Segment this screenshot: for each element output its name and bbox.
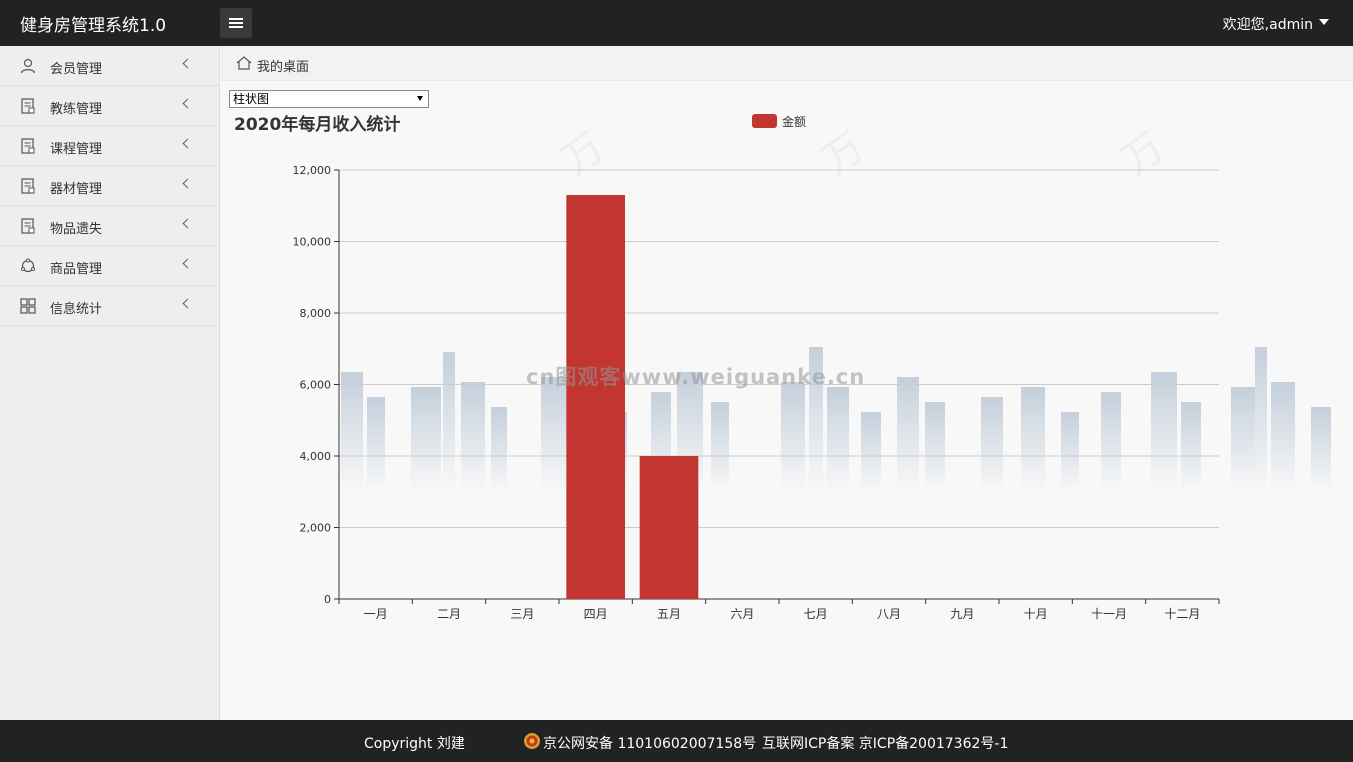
chevron-left-icon xyxy=(182,298,193,309)
x-tick-label: 十月 xyxy=(1024,607,1048,621)
sidebar-item-products[interactable]: 商品管理 xyxy=(0,246,219,286)
x-tick-label: 八月 xyxy=(877,607,901,621)
sidebar-item-label: 器材管理 xyxy=(50,182,103,197)
sidebar-item-label: 教练管理 xyxy=(50,102,103,117)
copyright-text: Copyright 刘建 xyxy=(364,736,465,752)
document-icon xyxy=(21,178,35,194)
network-icon xyxy=(21,258,35,273)
top-bar: 健身房管理系统1.0 欢迎您,admin xyxy=(0,0,1353,46)
menu-toggle-button[interactable] xyxy=(220,8,252,38)
y-tick-label: 4,000 xyxy=(300,450,332,463)
chevron-left-icon xyxy=(182,218,193,229)
legend-swatch xyxy=(752,114,777,128)
police-beian-link[interactable]: 京公网安备 11010602007158号 xyxy=(543,733,756,753)
icp-link[interactable]: 互联网ICP备案 京ICP备20017362号-1 xyxy=(762,733,1008,753)
x-tick-label: 二月 xyxy=(437,607,461,621)
home-icon[interactable] xyxy=(236,56,252,70)
y-tick-label: 0 xyxy=(324,593,331,606)
x-tick-label: 九月 xyxy=(950,607,974,621)
hamburger-icon xyxy=(229,18,243,28)
sidebar-item-members[interactable]: 会员管理 xyxy=(0,46,219,86)
grid-icon xyxy=(20,298,36,314)
x-tick-label: 十一月 xyxy=(1091,607,1127,621)
y-tick-label: 10,000 xyxy=(293,236,332,249)
y-tick-label: 2,000 xyxy=(300,522,332,535)
sidebar-item-statistics[interactable]: 信息统计 xyxy=(0,286,219,326)
document-icon xyxy=(21,98,35,114)
sidebar: 会员管理 教练管理 课程管理 器材管理 物品遗失 商品管理 信息统计 xyxy=(0,46,220,720)
x-tick-label: 七月 xyxy=(804,607,828,621)
sidebar-item-label: 课程管理 xyxy=(50,142,103,157)
sidebar-item-label: 会员管理 xyxy=(50,62,103,77)
y-tick-label: 8,000 xyxy=(300,307,332,320)
bar xyxy=(639,456,699,599)
document-icon xyxy=(21,218,35,234)
document-icon xyxy=(21,138,35,154)
sidebar-item-coaches[interactable]: 教练管理 xyxy=(0,86,219,126)
sidebar-item-label: 物品遗失 xyxy=(50,222,103,237)
chevron-left-icon xyxy=(182,98,193,109)
sidebar-item-courses[interactable]: 课程管理 xyxy=(0,126,219,166)
bar xyxy=(566,195,625,599)
x-tick-label: 三月 xyxy=(510,607,534,621)
y-tick-label: 6,000 xyxy=(300,379,332,392)
chevron-left-icon xyxy=(182,58,193,69)
chevron-left-icon xyxy=(182,258,193,269)
sidebar-item-equipment[interactable]: 器材管理 xyxy=(0,166,219,206)
main-content: 我的桌面 万 万 万 柱状图 2020年每月收入统计 金额 0 2,000 4,… xyxy=(221,46,1353,720)
breadcrumb-home[interactable]: 我的桌面 xyxy=(257,56,309,75)
revenue-bar-chart: 2020年每月收入统计 金额 0 2,000 4,000 6,000 8,000 10,000… xyxy=(234,114,1220,621)
legend-label: 金额 xyxy=(782,114,806,129)
sidebar-item-label: 商品管理 xyxy=(50,262,103,277)
chart-title: 2020年每月收入统计 xyxy=(234,114,400,135)
police-badge-icon xyxy=(524,733,540,749)
x-tick-label: 四月 xyxy=(584,607,608,621)
sidebar-item-label: 信息统计 xyxy=(50,302,103,317)
x-tick-label: 五月 xyxy=(657,607,681,621)
breadcrumb: 我的桌面 xyxy=(221,46,1353,81)
caret-down-icon[interactable] xyxy=(1319,19,1329,25)
chevron-left-icon xyxy=(182,178,193,189)
user-menu[interactable]: 欢迎您,admin xyxy=(1223,14,1313,34)
x-tick-label: 一月 xyxy=(364,607,388,621)
sidebar-item-lost-items[interactable]: 物品遗失 xyxy=(0,206,219,246)
x-tick-label: 十二月 xyxy=(1164,607,1200,621)
footer: Copyright 刘建 京公网安备 11010602007158号 互联网IC… xyxy=(0,720,1353,762)
chevron-left-icon xyxy=(182,138,193,149)
x-tick-label: 六月 xyxy=(730,607,754,621)
app-title: 健身房管理系统1.0 xyxy=(20,16,167,36)
y-tick-label: 12,000 xyxy=(293,164,332,177)
chart-panel: 万 万 万 柱状图 2020年每月收入统计 金额 0 2,000 4,000 6,000 8… xyxy=(221,82,1353,720)
user-icon xyxy=(20,58,36,74)
